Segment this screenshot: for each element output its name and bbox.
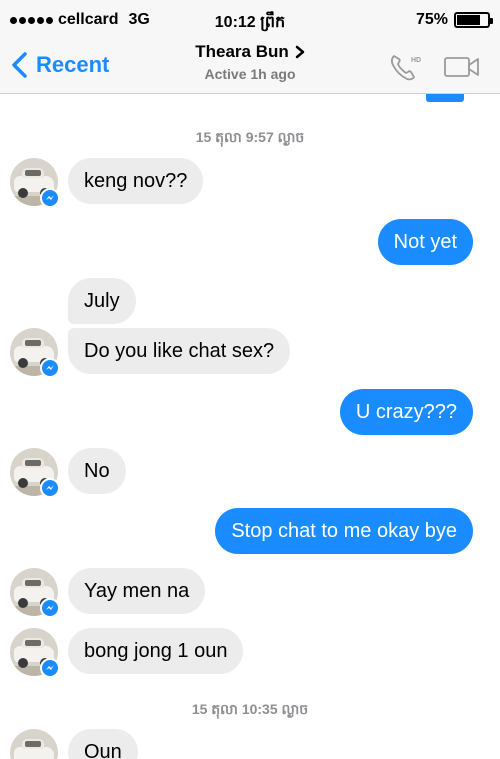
messenger-icon	[40, 188, 60, 208]
video-call-button[interactable]	[442, 54, 482, 80]
status-bar: cellcard 3G 10:12 ព្រឹក 75%	[0, 0, 500, 38]
message-bubble-incoming[interactable]: Yay men na	[68, 568, 206, 614]
messenger-icon	[40, 478, 60, 498]
message-timestamp: 15 តុលា 10:35 ល្ងាច	[191, 701, 309, 717]
nav-bar: Recent Theara Bun Active 1h ago HD	[0, 38, 500, 94]
phone-hd-icon: HD	[391, 55, 421, 81]
contact-name: Theara Bun	[195, 42, 289, 61]
message-bubble-outgoing[interactable]: U crazy???	[339, 389, 473, 435]
battery-percent: 75%	[415, 11, 448, 28]
status-right: 75%	[415, 11, 493, 29]
message-bubble-outgoing[interactable]: Stop chat to me okay bye	[215, 508, 473, 554]
message-bubble-incoming[interactable]: No	[68, 448, 126, 494]
message-bubble-incoming[interactable]: Oun	[68, 729, 138, 759]
messenger-icon	[40, 598, 60, 618]
video-camera-icon	[444, 57, 479, 77]
hd-label: HD	[411, 57, 421, 64]
messenger-icon	[40, 658, 60, 678]
call-button[interactable]: HD	[386, 50, 426, 84]
chevron-right-icon	[295, 45, 305, 59]
message-bubble-incoming[interactable]: Do you like chat sex?	[68, 328, 291, 374]
battery-fill	[457, 15, 480, 25]
scroll-indicator	[426, 94, 464, 102]
battery-icon	[454, 12, 493, 28]
contact-name-row: Theara Bun	[195, 42, 305, 62]
message-bubble-incoming[interactable]: July	[68, 278, 136, 324]
message-bubble-incoming[interactable]: bong jong 1 oun	[68, 628, 244, 674]
message-bubble-outgoing[interactable]: Not yet	[377, 219, 473, 265]
message-timestamp: 15 តុលា 9:57 ល្ងាច	[195, 129, 305, 145]
message-bubble-incoming[interactable]: keng nov??	[68, 158, 204, 204]
avatar[interactable]	[10, 729, 58, 759]
messenger-icon	[40, 358, 60, 378]
